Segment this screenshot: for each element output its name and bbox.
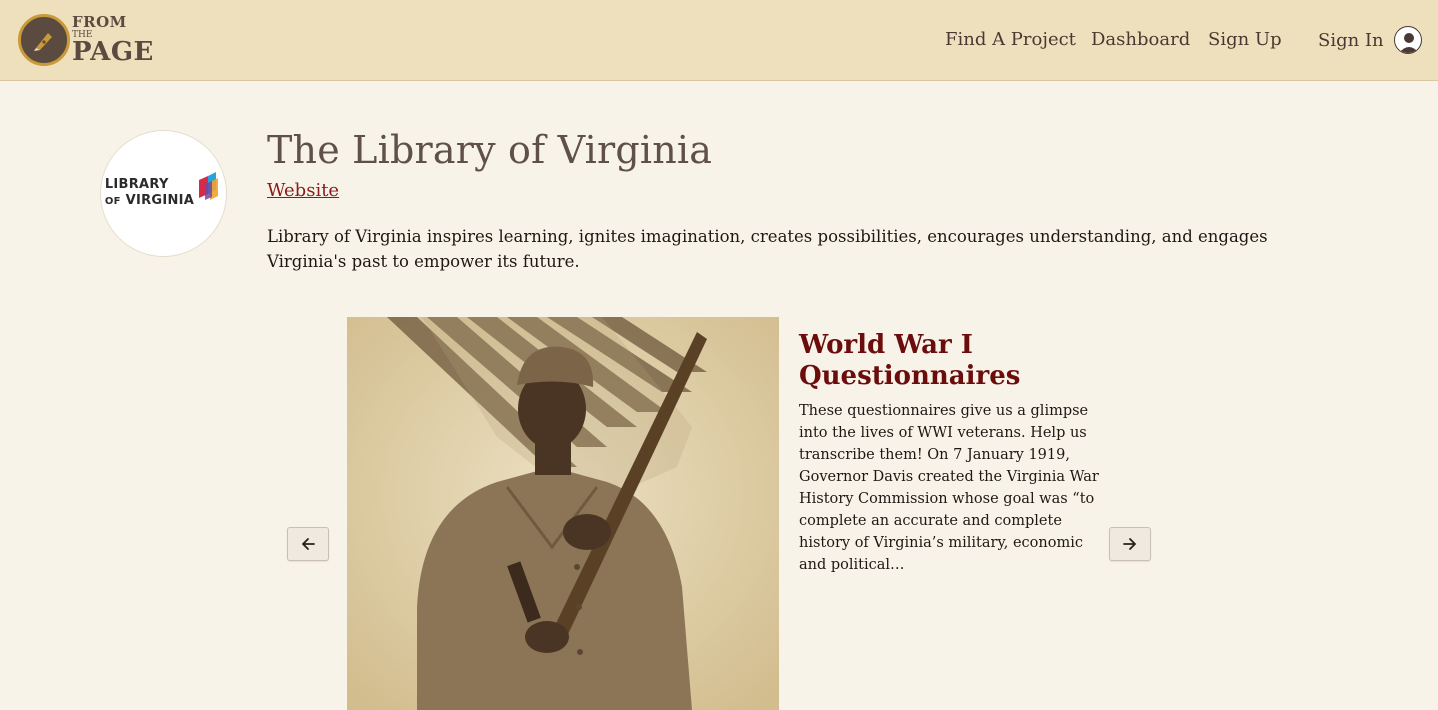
- logo-page: PAGE: [72, 37, 154, 67]
- logo-wordmark: FROM THE PAGE: [72, 13, 154, 67]
- org-description: Library of Virginia inspires learning, i…: [267, 227, 1268, 271]
- arrow-right-icon: [1123, 538, 1136, 550]
- site-header: FROM THE PAGE Find A Project Dashboard S…: [0, 0, 1438, 81]
- carousel-next-button[interactable]: [1109, 527, 1151, 561]
- fromthepage-logo[interactable]: FROM THE PAGE: [18, 14, 154, 66]
- soldier-photo: [347, 317, 779, 710]
- nav-find-project[interactable]: Find A Project: [945, 29, 1076, 50]
- org-logo-line2: VIRGINIA: [125, 193, 195, 208]
- nav-sign-up[interactable]: Sign Up: [1208, 29, 1282, 50]
- org-logo-line1: LIBRARY: [104, 177, 169, 192]
- org-logo: LIBRARY OF VIRGINIA: [100, 130, 227, 257]
- pen-nib-icon: [18, 14, 70, 66]
- user-avatar-icon[interactable]: [1393, 26, 1422, 54]
- sign-in-group[interactable]: Sign In: [1318, 26, 1422, 54]
- org-logo-of: OF: [104, 196, 121, 207]
- book-pages-icon: [199, 171, 219, 200]
- page-title: The Library of Virginia: [267, 128, 713, 172]
- nav-sign-in[interactable]: Sign In: [1318, 30, 1384, 51]
- website-link[interactable]: Website: [267, 180, 339, 201]
- arrow-left-icon: [302, 538, 315, 550]
- logo-from: FROM: [72, 13, 127, 31]
- nav-dashboard[interactable]: Dashboard: [1091, 29, 1190, 50]
- org-logo-wordmark: LIBRARY OF VIRGINIA: [105, 177, 194, 210]
- project-image[interactable]: [347, 317, 779, 710]
- project-description: These questionnaires give us a glimpse i…: [799, 403, 1099, 573]
- carousel-prev-button[interactable]: [287, 527, 329, 561]
- project-title[interactable]: World War I Questionnaires: [799, 330, 1099, 392]
